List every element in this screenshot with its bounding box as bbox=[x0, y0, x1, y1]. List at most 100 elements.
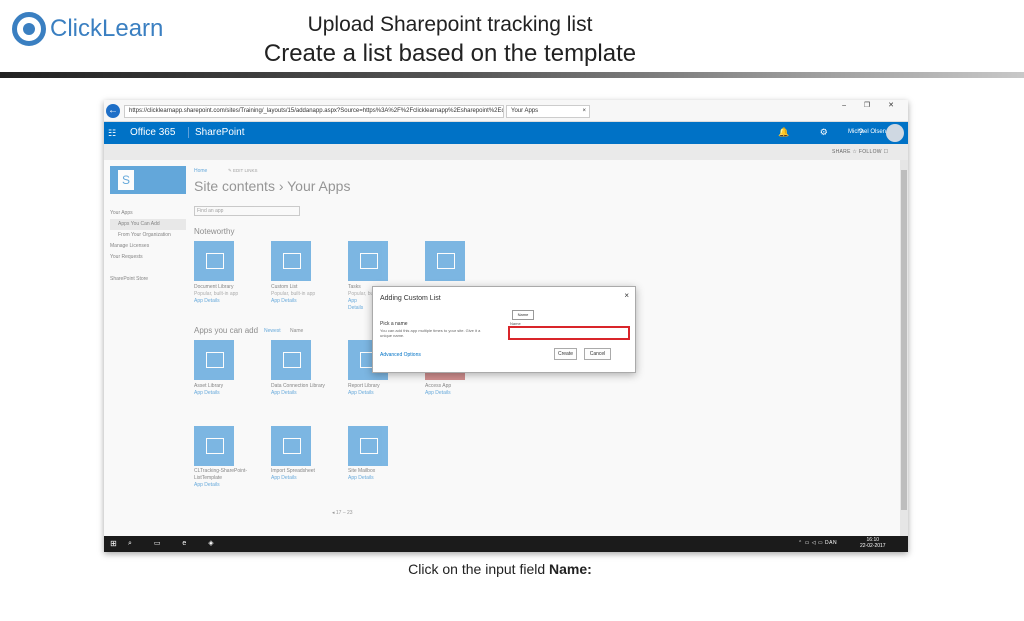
tile-sub: Popular, built-in app bbox=[194, 291, 239, 297]
nav-item-from-org[interactable]: From Your Organization bbox=[110, 230, 186, 241]
tile-label: Tasks Popular, built-in app App Details bbox=[348, 284, 372, 312]
tile-label: Document Library Popular, built-in app A… bbox=[194, 284, 266, 305]
name-input[interactable] bbox=[508, 326, 630, 340]
tile-name[interactable]: Document Library bbox=[194, 284, 266, 291]
tile-details-link[interactable]: App Details bbox=[271, 475, 343, 482]
tile-details-link[interactable]: App Details bbox=[271, 298, 343, 305]
clock-date: 22-02-2017 bbox=[860, 543, 886, 549]
tile-name[interactable]: Access App bbox=[425, 383, 497, 390]
tile-details-link[interactable]: App Details bbox=[425, 390, 497, 397]
create-button[interactable]: Create bbox=[554, 348, 577, 360]
tile-details-link[interactable]: App Details bbox=[271, 390, 343, 397]
tile-document-library-icon[interactable] bbox=[194, 241, 234, 281]
share-follow[interactable]: SHARE ☆ FOLLOW ☐ bbox=[832, 149, 888, 155]
nav-item-store[interactable]: SharePoint Store bbox=[110, 274, 186, 285]
tile-name[interactable]: Site Mailbox bbox=[348, 468, 420, 475]
taskbar-clock[interactable]: 16:10 22-02-2017 bbox=[860, 537, 886, 549]
tile-label: Asset Library App Details bbox=[194, 383, 266, 397]
back-icon[interactable]: ← bbox=[106, 104, 120, 118]
tile-details-link[interactable]: App Details bbox=[348, 390, 420, 397]
name-tooltip: Name bbox=[512, 310, 534, 320]
windows-taskbar: ⊞ ⌕ ▭ e ◈ ⌃ ▭ ◁ ▭ DAN 16:10 22-02-2017 bbox=[104, 536, 908, 552]
tile-name[interactable]: Custom List bbox=[271, 284, 343, 291]
find-app-input[interactable]: Find an app bbox=[194, 206, 300, 216]
office365-label[interactable]: Office 365 bbox=[130, 127, 175, 138]
tile-name[interactable]: Tasks bbox=[348, 284, 372, 291]
caption-bold: Name: bbox=[549, 561, 592, 577]
pager[interactable]: ◂ 17 – 23 bbox=[332, 510, 353, 516]
browser-chrome: ← https://clicklearnapp.sharepoint.com/s… bbox=[104, 100, 908, 122]
tile-label: Site Mailbox App Details bbox=[348, 468, 420, 482]
tile-name[interactable]: Data Connection Library bbox=[271, 383, 343, 390]
tile-import-spreadsheet-icon[interactable] bbox=[271, 426, 311, 466]
apps-you-can-add-heading: Apps you can add bbox=[194, 326, 259, 335]
advanced-options-link[interactable]: Advanced Options bbox=[380, 352, 421, 358]
edit-links[interactable]: ✎ EDIT LINKS bbox=[228, 168, 257, 174]
suite-bar: ☷ Office 365 SharePoint 🔔 ⚙ ? Michael Ol… bbox=[104, 122, 908, 144]
nav-item-your-requests[interactable]: Your Requests bbox=[110, 252, 186, 263]
header-divider bbox=[0, 72, 1024, 78]
share-bar: SHARE ☆ FOLLOW ☐ bbox=[104, 144, 908, 160]
tile-label: Custom List Popular, built-in app App De… bbox=[271, 284, 343, 305]
window-controls[interactable]: – ❐ ✕ bbox=[842, 101, 902, 109]
clicklearn-logo: ClickLearn bbox=[12, 12, 163, 46]
windows-start-icon[interactable]: ⊞ bbox=[110, 539, 117, 548]
nav-item-apps-you-can-add[interactable]: Apps You Can Add bbox=[110, 219, 186, 230]
tile-label: Data Connection Library App Details bbox=[271, 383, 343, 397]
logo-text: ClickLearn bbox=[50, 15, 164, 42]
pick-name-label: Pick a name bbox=[380, 321, 408, 327]
taskbar-app-icons[interactable]: ⌕ ▭ e ◈ bbox=[128, 539, 224, 548]
tile-details-link[interactable]: App Details bbox=[348, 475, 420, 482]
nav-item-manage-licenses[interactable]: Manage Licenses bbox=[110, 241, 186, 252]
tile-custom-list-icon[interactable] bbox=[271, 241, 311, 281]
nav-item-your-apps[interactable]: Your Apps bbox=[110, 208, 186, 219]
sharepoint-label[interactable]: SharePoint bbox=[188, 127, 244, 138]
dialog-close-icon[interactable]: × bbox=[624, 291, 629, 300]
sort-name[interactable]: Name bbox=[290, 328, 303, 334]
tile-details-link[interactable]: App Details bbox=[194, 298, 266, 305]
tile-name[interactable]: Import Spreadsheet bbox=[271, 468, 343, 475]
user-name[interactable]: Michael Olsen bbox=[848, 129, 886, 135]
page-title: Site contents › Your Apps bbox=[194, 178, 351, 194]
tile-tasks-icon[interactable] bbox=[348, 241, 388, 281]
tile-name[interactable]: Report Library bbox=[348, 383, 420, 390]
system-tray[interactable]: ⌃ ▭ ◁ ▭ DAN bbox=[798, 540, 837, 546]
browser-tab[interactable]: Your Apps × bbox=[506, 105, 590, 118]
tile-label: CLTracking-SharePoint-ListTemplate App D… bbox=[194, 468, 266, 489]
scrollbar[interactable] bbox=[900, 160, 908, 536]
cancel-button[interactable]: Cancel bbox=[584, 348, 611, 360]
tab-close-icon[interactable]: × bbox=[582, 106, 586, 117]
tile-details-link[interactable]: App Details bbox=[194, 390, 266, 397]
slide: ClickLearn Upload Sharepoint tracking li… bbox=[0, 0, 1024, 621]
avatar[interactable] bbox=[886, 124, 904, 142]
sort-newest[interactable]: Newest bbox=[264, 328, 281, 334]
adding-custom-list-dialog: Adding Custom List × Pick a name You can… bbox=[372, 286, 636, 373]
clicklearn-logo-icon bbox=[12, 12, 46, 46]
tile-site-mailbox-icon[interactable] bbox=[348, 426, 388, 466]
tile-name[interactable]: CLTracking-SharePoint-ListTemplate bbox=[194, 468, 258, 482]
slide-title: Upload Sharepoint tracking list Create a… bbox=[240, 12, 660, 70]
slide-title-line2: Create a list based on the template bbox=[263, 40, 637, 67]
tile-data-connection-icon[interactable] bbox=[271, 340, 311, 380]
tile-sub: Popular, built-in app bbox=[348, 291, 372, 297]
left-nav: Your Apps Apps You Can Add From Your Org… bbox=[110, 208, 186, 285]
tile-details-link[interactable]: App Details bbox=[348, 298, 372, 312]
tile-cltracking-icon[interactable] bbox=[194, 426, 234, 466]
tile-label: Import Spreadsheet App Details bbox=[271, 468, 343, 482]
app-launcher-icon[interactable]: ☷ bbox=[108, 128, 116, 139]
sharepoint-site-logo bbox=[110, 166, 186, 194]
tile-label: Access App App Details bbox=[425, 383, 497, 397]
tile-asset-library-icon[interactable] bbox=[194, 340, 234, 380]
dialog-title: Adding Custom List bbox=[380, 295, 441, 302]
scrollbar-thumb[interactable] bbox=[901, 170, 907, 510]
caption-text: Click on the input field bbox=[408, 561, 550, 577]
screenshot: ← https://clicklearnapp.sharepoint.com/s… bbox=[104, 100, 908, 552]
tab-title: Your Apps bbox=[511, 108, 539, 114]
tile-name[interactable]: Asset Library bbox=[194, 383, 266, 390]
tile-details-link[interactable]: App Details bbox=[194, 482, 266, 489]
address-bar[interactable]: https://clicklearnapp.sharepoint.com/sit… bbox=[124, 105, 504, 118]
breadcrumb-home[interactable]: Home bbox=[194, 168, 207, 174]
tile-noteworthy-4-icon[interactable] bbox=[425, 241, 465, 281]
noteworthy-heading: Noteworthy bbox=[194, 227, 235, 236]
